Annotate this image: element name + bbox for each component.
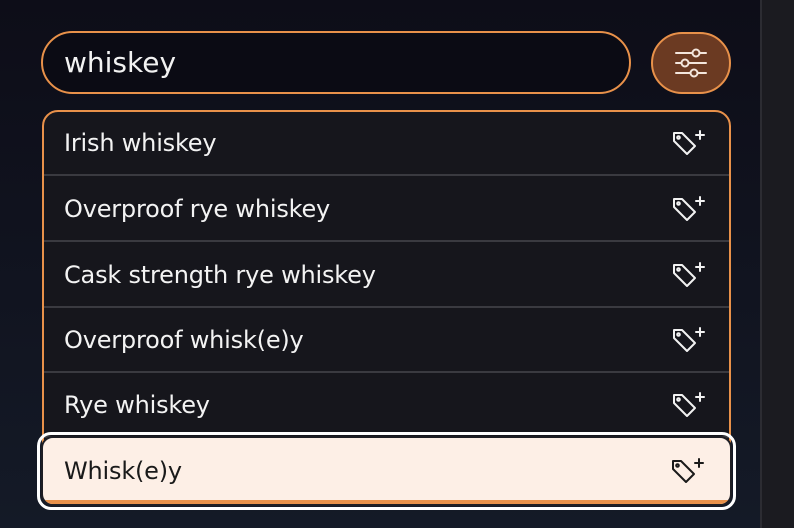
sliders-icon (675, 48, 707, 78)
selected-accent-bar (43, 500, 730, 504)
suggestion-label: Whisk(e)y (64, 457, 182, 485)
suggestion-item[interactable]: Overproof whisk(e)y (44, 309, 729, 373)
suggestion-item[interactable]: Rye whiskey (44, 374, 729, 438)
suggestion-label: Cask strength rye whiskey (64, 261, 376, 289)
search-box[interactable] (41, 31, 631, 94)
suggestion-item-selected[interactable]: Whisk(e)y (41, 436, 732, 506)
tag-plus-icon[interactable] (669, 456, 709, 492)
suggestion-item[interactable]: Irish whiskey (44, 112, 729, 176)
tag-plus-icon[interactable] (670, 194, 710, 230)
tag-plus-icon[interactable] (670, 128, 710, 164)
tag-plus-icon[interactable] (670, 390, 710, 426)
suggestion-item[interactable]: Cask strength rye whiskey (44, 244, 729, 308)
search-input[interactable] (64, 46, 629, 79)
filter-button[interactable] (651, 32, 731, 94)
tag-plus-icon[interactable] (670, 325, 710, 361)
tag-plus-icon[interactable] (670, 260, 710, 296)
suggestion-label: Rye whiskey (64, 391, 210, 419)
suggestion-item[interactable]: Overproof rye whiskey (44, 178, 729, 242)
suggestion-label: Irish whiskey (64, 129, 217, 157)
suggestion-label: Overproof rye whiskey (64, 195, 331, 223)
side-panel-edge (760, 0, 794, 528)
suggestion-label: Overproof whisk(e)y (64, 326, 304, 354)
